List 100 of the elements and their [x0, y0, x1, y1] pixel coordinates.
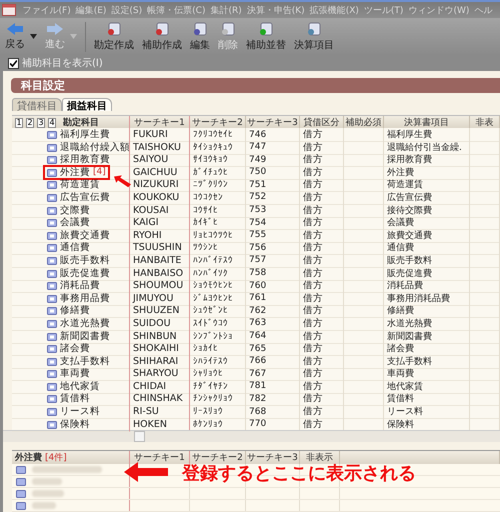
table-cell: JIMUYOU: [130, 292, 190, 306]
toolbar-button[interactable]: 編集: [187, 20, 213, 54]
account-name: 採用教育費: [60, 153, 110, 166]
account-item[interactable]: リース料: [45, 406, 102, 418]
table-cell: ﾆﾂﾞｸﾘｳﾝ: [190, 178, 246, 192]
account-item[interactable]: 交際費: [45, 204, 92, 216]
column-header[interactable]: サーチキー2: [190, 116, 246, 129]
table-cell: KAIGI: [130, 216, 190, 230]
table-cell: ｺｳｻｲﾋ: [190, 204, 246, 218]
empty-cell: [344, 204, 384, 218]
account-item[interactable]: 賃借料: [45, 393, 92, 404]
table-cell: 借方: [300, 128, 344, 142]
toolbar-button[interactable]: 戻る: [2, 20, 28, 54]
table-cell: FUKURI: [130, 128, 190, 142]
account-item[interactable]: 地代家賃: [45, 380, 102, 392]
empty-cell: [470, 178, 500, 192]
table-cell: HANBAISO: [130, 266, 190, 281]
account-item[interactable]: 消耗品費: [45, 280, 102, 292]
account-item[interactable]: 退職給付繰入額: [45, 142, 132, 153]
table-cell: 借方: [300, 292, 344, 306]
account-item[interactable]: 新聞図書費: [45, 330, 112, 342]
empty-cell: [470, 241, 500, 256]
empty-cell: [470, 266, 500, 281]
account-item[interactable]: 修繕費: [45, 305, 92, 316]
table-cell: SHARYOU: [130, 367, 190, 382]
account-name: 福利厚生費: [60, 128, 110, 141]
account-name: 販売促進費: [60, 266, 110, 280]
account-item[interactable]: 諸会費: [45, 343, 92, 354]
column-header[interactable]: 貸借区分: [300, 116, 344, 129]
table-cell: 767: [246, 367, 300, 382]
column-header[interactable]: 補助必須: [344, 116, 384, 129]
column-header[interactable]: サーチキー1: [130, 116, 190, 129]
highlight-box[interactable]: 外注費 [4]: [45, 166, 108, 178]
column-header[interactable]: 決算書項目: [384, 116, 470, 129]
tab[interactable]: 損益科目: [62, 98, 112, 111]
account-item[interactable]: 旅費交通費: [45, 230, 112, 241]
empty-cell: [470, 380, 500, 394]
table-cell: SAIYOU: [130, 153, 190, 168]
account-item[interactable]: 会議費: [45, 217, 92, 228]
table-cell: 会議費: [384, 216, 470, 230]
account-item[interactable]: 水道光熱費: [45, 318, 112, 329]
account-item[interactable]: 販売促進費: [45, 268, 112, 279]
empty-cell: [470, 354, 500, 369]
account-item[interactable]: 通信費: [45, 242, 92, 254]
table-cell: 757: [246, 254, 300, 268]
table-cell: 事務用消耗品費: [384, 292, 470, 306]
table-cell: 借方: [300, 228, 344, 243]
empty-cell: [344, 241, 384, 256]
column-header[interactable]: 勘定科目: [63, 116, 99, 129]
column-header[interactable]: サーチキー3: [246, 116, 300, 129]
toolbar-button[interactable]: 補助並替: [243, 20, 289, 54]
level-button[interactable]: 1: [15, 118, 23, 128]
column-header[interactable]: 非表示: [300, 451, 340, 464]
tab[interactable]: 貸借科目: [12, 98, 62, 111]
account-name: 新聞図書費: [60, 330, 110, 342]
empty-cell: [470, 342, 500, 356]
table-cell: ｻｲﾖｳｷｮｳ: [190, 153, 246, 168]
account-item[interactable]: 支払手数料: [45, 356, 112, 367]
table-cell: 車両費: [384, 367, 470, 382]
account-name: 交際費: [60, 204, 90, 217]
document-icon: [154, 22, 170, 36]
app-icon[interactable]: [2, 4, 16, 16]
empty-cell: [344, 342, 384, 356]
empty-cell: [344, 316, 384, 331]
column-header[interactable]: 非表: [470, 116, 500, 129]
table-cell: ｼｬﾘｮｳﾋ: [190, 367, 246, 382]
account-item[interactable]: 採用教育費: [45, 154, 112, 166]
empty-cell: [470, 228, 500, 243]
account-item[interactable]: 広告宣伝費: [45, 192, 112, 203]
table-cell: ﾁﾝｼｬｸﾘｮｳ: [190, 392, 246, 406]
account-item[interactable]: 福利厚生費: [45, 129, 112, 140]
account-item[interactable]: 販売手数料: [45, 254, 112, 266]
table-cell: ｺｳｺｸｾﾝ: [190, 190, 246, 205]
level-button[interactable]: 3: [37, 118, 45, 128]
caret-icon[interactable]: [30, 34, 37, 39]
table-cell: 752: [246, 190, 300, 205]
account-name: 賃借料: [60, 392, 90, 406]
checkbox[interactable]: [8, 58, 19, 68]
account-item[interactable]: 荷造運賃: [45, 179, 102, 190]
toolbar-button[interactable]: 補助作成: [139, 20, 185, 54]
level-button[interactable]: 4: [48, 118, 56, 128]
table-cell: 借方: [300, 367, 344, 382]
empty-cell: [344, 178, 384, 192]
account-item[interactable]: 保険料: [45, 418, 92, 430]
toolbar-button[interactable]: 勘定作成: [91, 20, 137, 54]
account-item[interactable]: 車両費: [45, 368, 92, 380]
table-cell: CHINSHAK: [130, 392, 190, 406]
level-button[interactable]: 2: [26, 118, 34, 128]
toolbar-button[interactable]: 決算項目: [291, 20, 337, 54]
arrow-right-icon: [47, 22, 63, 34]
account-name: 会議費: [60, 216, 90, 230]
column-header[interactable]: サーチキー3: [246, 451, 300, 464]
table-cell: ﾌｸﾘｺｳｾｲﾋ: [190, 128, 246, 142]
column-header[interactable]: サーチキー2: [190, 451, 246, 464]
table-cell: RYOHI: [130, 228, 190, 243]
account-item[interactable]: 事務用品費: [45, 292, 112, 304]
empty-cell: [470, 367, 500, 382]
empty-cell: [470, 330, 500, 344]
table-cell: 借方: [300, 254, 344, 268]
table-cell: 旅費交通費: [384, 228, 470, 243]
